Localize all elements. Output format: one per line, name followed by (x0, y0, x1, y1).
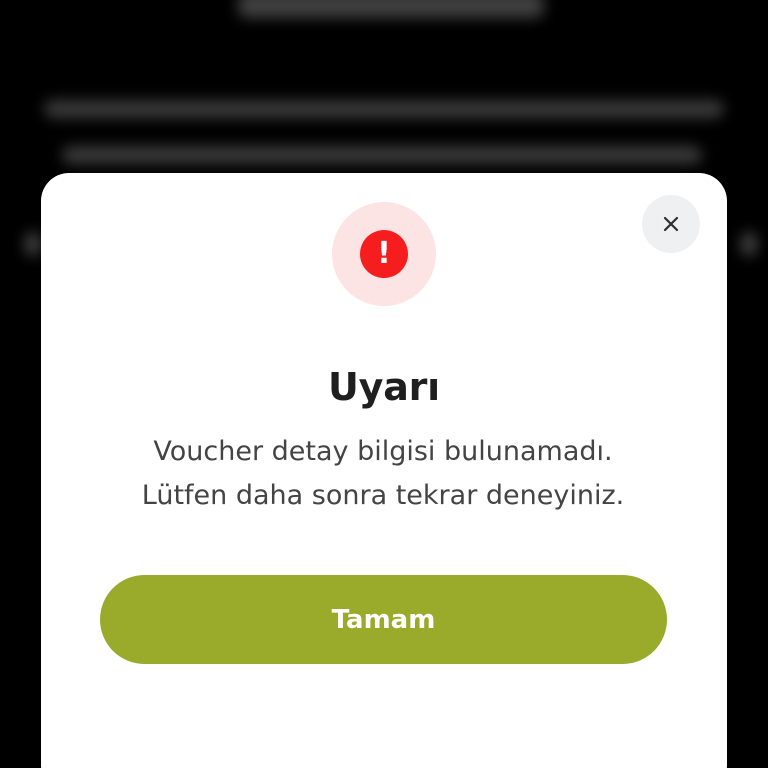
ok-button[interactable]: Tamam (100, 575, 667, 664)
alert-icon-halo: ! (332, 202, 436, 306)
screen: ! Uyarı Voucher detay bilgisi bulunamadı… (0, 0, 768, 768)
alert-icon: ! (360, 230, 408, 278)
alert-icon-glyph: ! (377, 236, 391, 271)
dialog-message: Voucher detay bilgisi bulunamadı. Lütfen… (141, 436, 625, 511)
alert-dialog: ! Uyarı Voucher detay bilgisi bulunamadı… (41, 173, 727, 768)
close-button[interactable] (642, 195, 700, 253)
dialog-title: Uyarı (327, 365, 441, 409)
background-text-blur-1 (44, 100, 724, 118)
background-text-blur-2 (62, 146, 702, 164)
background-right-mark (741, 232, 757, 256)
background-left-mark (25, 232, 41, 256)
close-icon (663, 216, 679, 232)
background-title-blur (238, 0, 544, 18)
